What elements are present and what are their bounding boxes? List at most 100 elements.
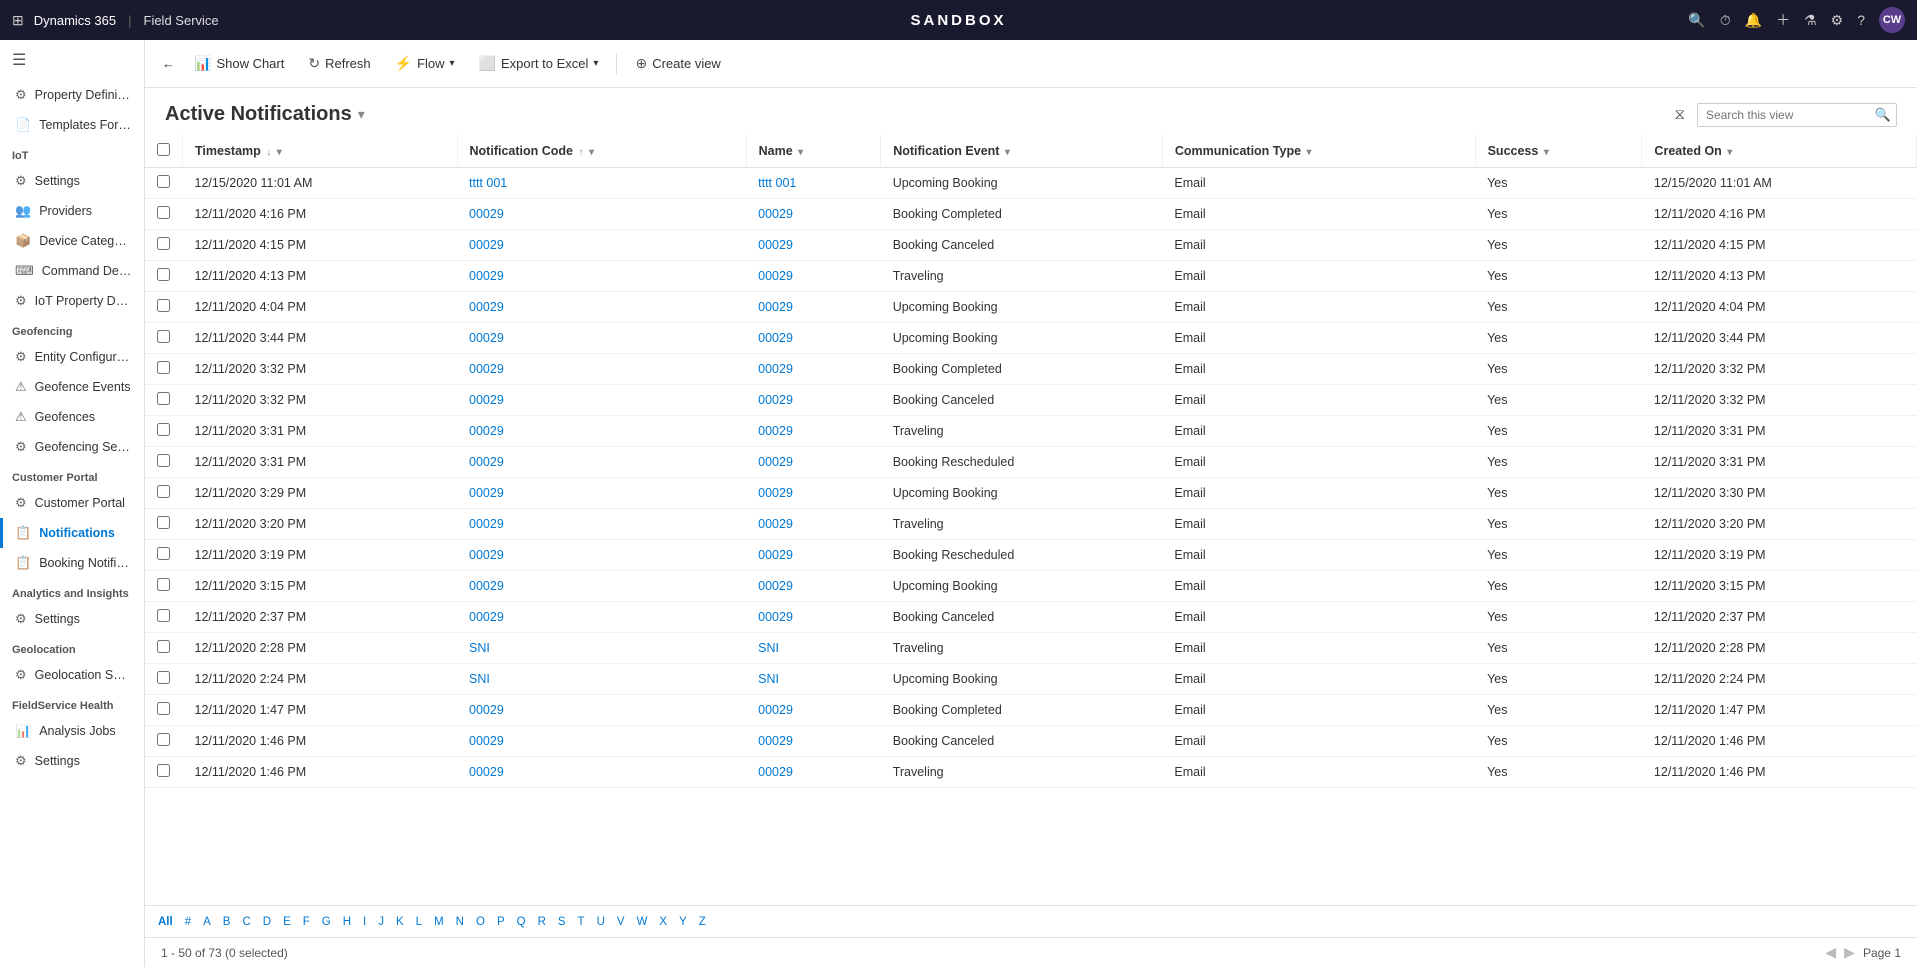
cell-notification-code[interactable]: 00029: [457, 416, 746, 447]
notif-code-link-11[interactable]: 00029: [469, 517, 504, 531]
sidebar-item-templates[interactable]: 📄 Templates For Pro...: [0, 110, 144, 140]
notif-code-link-7[interactable]: 00029: [469, 393, 504, 407]
col-notification-code[interactable]: Notification Code ↑ ▾: [457, 135, 746, 168]
alpha-btn-R[interactable]: R: [533, 914, 551, 930]
sidebar-item-entity-config[interactable]: ⚙ Entity Configurati...: [0, 342, 144, 372]
row-checkbox-5[interactable]: [157, 330, 170, 343]
name-link-12[interactable]: 00029: [758, 548, 793, 562]
clock-icon[interactable]: ⏱: [1720, 12, 1731, 29]
cell-notification-code[interactable]: tttt 001: [457, 168, 746, 199]
row-checkbox-cell[interactable]: [145, 323, 183, 354]
notif-code-link-6[interactable]: 00029: [469, 362, 504, 376]
select-all-checkbox[interactable]: [157, 143, 170, 156]
notif-code-link-2[interactable]: 00029: [469, 238, 504, 252]
row-checkbox-14[interactable]: [157, 609, 170, 622]
sidebar-item-geolocation-settings[interactable]: ⚙ Geolocation Setti...: [0, 660, 144, 690]
cell-notification-code[interactable]: 00029: [457, 199, 746, 230]
row-checkbox-9[interactable]: [157, 454, 170, 467]
cell-name[interactable]: SNI: [746, 633, 881, 664]
col-timestamp[interactable]: Timestamp ↓ ▾: [183, 135, 458, 168]
cell-name[interactable]: 00029: [746, 261, 881, 292]
cell-name[interactable]: 00029: [746, 292, 881, 323]
row-checkbox-4[interactable]: [157, 299, 170, 312]
alpha-btn-Y[interactable]: Y: [674, 914, 692, 930]
alpha-btn-Z[interactable]: Z: [694, 914, 711, 930]
name-link-9[interactable]: 00029: [758, 455, 793, 469]
name-link-8[interactable]: 00029: [758, 424, 793, 438]
notif-code-link-10[interactable]: 00029: [469, 486, 504, 500]
cell-name[interactable]: 00029: [746, 354, 881, 385]
sidebar-item-customer-portal[interactable]: ⚙ Customer Portal: [0, 488, 144, 518]
cell-name[interactable]: 00029: [746, 230, 881, 261]
row-checkbox-7[interactable]: [157, 392, 170, 405]
cell-notification-code[interactable]: 00029: [457, 509, 746, 540]
row-checkbox-11[interactable]: [157, 516, 170, 529]
alpha-btn-All[interactable]: All: [153, 914, 178, 930]
prev-page-button[interactable]: ◀: [1825, 944, 1836, 961]
alpha-btn-C[interactable]: C: [237, 914, 255, 930]
cell-notification-code[interactable]: SNI: [457, 664, 746, 695]
name-link-13[interactable]: 00029: [758, 579, 793, 593]
event-filter-icon[interactable]: ▾: [1005, 147, 1010, 158]
alpha-btn-I[interactable]: I: [358, 914, 371, 930]
row-checkbox-cell[interactable]: [145, 540, 183, 571]
cell-name[interactable]: 00029: [746, 509, 881, 540]
cell-name[interactable]: 00029: [746, 478, 881, 509]
bell-icon[interactable]: 🔔: [1745, 12, 1762, 29]
alpha-btn-H[interactable]: H: [338, 914, 356, 930]
row-checkbox-cell[interactable]: [145, 354, 183, 385]
cell-notification-code[interactable]: 00029: [457, 602, 746, 633]
name-link-7[interactable]: 00029: [758, 393, 793, 407]
alpha-btn-L[interactable]: L: [411, 914, 427, 930]
col-notification-event[interactable]: Notification Event ▾: [881, 135, 1163, 168]
name-link-10[interactable]: 00029: [758, 486, 793, 500]
notif-code-link-12[interactable]: 00029: [469, 548, 504, 562]
alpha-btn-D[interactable]: D: [258, 914, 276, 930]
alpha-btn-A[interactable]: A: [198, 914, 216, 930]
row-checkbox-cell[interactable]: [145, 168, 183, 199]
row-checkbox-12[interactable]: [157, 547, 170, 560]
notifcode-filter-icon[interactable]: ▾: [589, 147, 594, 158]
cell-name[interactable]: 00029: [746, 199, 881, 230]
name-link-6[interactable]: 00029: [758, 362, 793, 376]
cell-notification-code[interactable]: 00029: [457, 354, 746, 385]
notif-code-link-15[interactable]: SNI: [469, 641, 490, 655]
success-filter-icon[interactable]: ▾: [1544, 147, 1549, 158]
col-success[interactable]: Success ▾: [1475, 135, 1642, 168]
show-chart-button[interactable]: 📊 Show Chart: [184, 50, 294, 77]
commtype-filter-icon[interactable]: ▾: [1307, 147, 1312, 158]
alpha-btn-E[interactable]: E: [278, 914, 296, 930]
row-checkbox-13[interactable]: [157, 578, 170, 591]
notif-code-link-4[interactable]: 00029: [469, 300, 504, 314]
name-link-16[interactable]: SNI: [758, 672, 779, 686]
row-checkbox-19[interactable]: [157, 764, 170, 777]
cell-notification-code[interactable]: 00029: [457, 385, 746, 416]
notif-code-link-18[interactable]: 00029: [469, 734, 504, 748]
notif-code-link-0[interactable]: tttt 001: [469, 176, 507, 190]
cell-name[interactable]: 00029: [746, 695, 881, 726]
name-link-1[interactable]: 00029: [758, 207, 793, 221]
alpha-btn-B[interactable]: B: [218, 914, 236, 930]
search-icon[interactable]: 🔍: [1688, 12, 1705, 29]
cell-name[interactable]: 00029: [746, 416, 881, 447]
row-checkbox-0[interactable]: [157, 175, 170, 188]
sidebar-item-analysis-jobs[interactable]: 📊 Analysis Jobs: [0, 716, 144, 746]
export-excel-button[interactable]: ⬜ Export to Excel ▾: [469, 50, 609, 77]
grid-icon[interactable]: ⊞: [12, 12, 24, 29]
notif-code-link-19[interactable]: 00029: [469, 765, 504, 779]
cell-name[interactable]: 00029: [746, 323, 881, 354]
sidebar-item-notifications[interactable]: 📋 Notifications: [0, 518, 144, 548]
alpha-btn-W[interactable]: W: [632, 914, 653, 930]
row-checkbox-cell[interactable]: [145, 416, 183, 447]
cell-notification-code[interactable]: 00029: [457, 292, 746, 323]
alpha-btn-M[interactable]: M: [429, 914, 449, 930]
row-checkbox-16[interactable]: [157, 671, 170, 684]
row-checkbox-1[interactable]: [157, 206, 170, 219]
alpha-btn-P[interactable]: P: [492, 914, 510, 930]
row-checkbox-18[interactable]: [157, 733, 170, 746]
name-filter-icon[interactable]: ▾: [798, 147, 803, 158]
alpha-btn-#[interactable]: #: [180, 914, 196, 930]
row-checkbox-8[interactable]: [157, 423, 170, 436]
cell-notification-code[interactable]: 00029: [457, 478, 746, 509]
row-checkbox-cell[interactable]: [145, 695, 183, 726]
